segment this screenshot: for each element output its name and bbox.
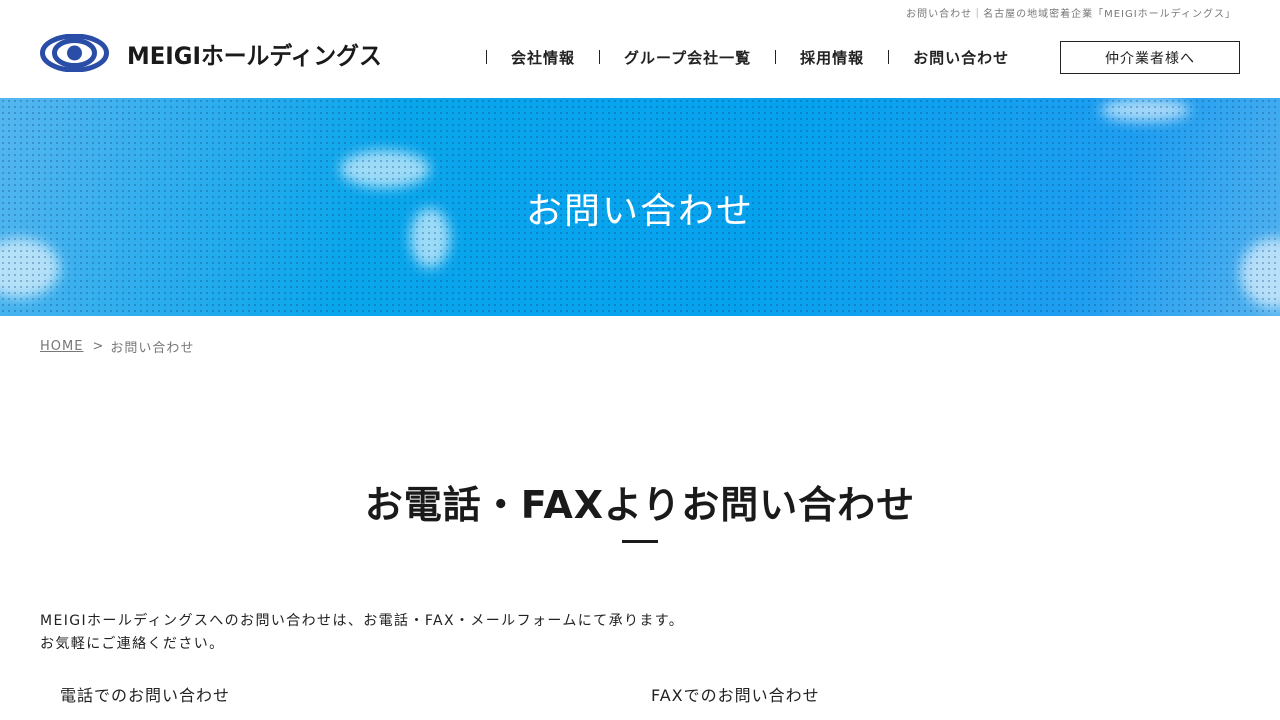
fax-contact-heading: FAXでのお問い合わせ (651, 686, 820, 705)
nav-item-company-info[interactable]: 会社情報 (487, 47, 599, 68)
meigi-ring-logo-icon (40, 34, 109, 72)
nav-item-recruit[interactable]: 採用情報 (776, 47, 888, 68)
site-logo[interactable]: MEIGIホールディングス (40, 34, 395, 72)
breadcrumb: HOME > お問い合わせ (40, 337, 194, 356)
intro-text: MEIGIホールディングスへのお問い合わせは、お電話・FAX・メールフォームにて… (40, 610, 684, 656)
breadcrumb-home-link[interactable]: HOME (40, 339, 83, 354)
breadcrumb-current: お問い合わせ (110, 341, 195, 356)
section-title: お電話・FAXよりお問い合わせ (364, 483, 916, 527)
hero-banner: お問い合わせ (0, 98, 1280, 316)
nav-item-contact[interactable]: お問い合わせ (889, 47, 1033, 68)
phone-contact-heading: 電話でのお問い合わせ (60, 686, 231, 705)
breadcrumb-separator: > (92, 339, 105, 354)
nav-item-group-companies[interactable]: グループ会社一覧 (600, 47, 775, 68)
title-underline (622, 540, 658, 543)
hero-title: お問い合わせ (525, 191, 754, 232)
global-nav: 会社情報 グループ会社一覧 採用情報 お問い合わせ (486, 46, 1033, 68)
for-agents-button[interactable]: 仲介業者様へ (1060, 41, 1240, 74)
intro-line: お気軽にご連絡ください。 (40, 636, 225, 652)
logo-wordmark: MEIGIホールディングス (127, 41, 382, 70)
intro-line: MEIGIホールディングスへのお問い合わせは、お電話・FAX・メールフォームにて… (40, 613, 685, 629)
header-tagline: お問い合わせ｜名古屋の地域密着企業「MEIGIホールディングス」 (906, 9, 1236, 20)
